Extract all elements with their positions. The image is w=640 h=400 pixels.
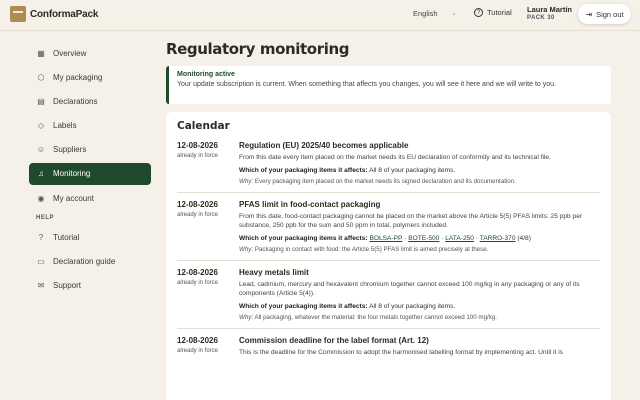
event-affects: Which of your packaging items it affects… xyxy=(239,167,600,174)
sidebar: ▦ Overview ⬡ My packaging ▤ Declarations… xyxy=(29,42,151,299)
packaging-link-bolsa-pp[interactable]: BOLSA-PP xyxy=(369,235,402,242)
bell-icon: ♫ xyxy=(38,169,44,179)
event-why: Why: All packaging, whatever the materia… xyxy=(239,314,600,321)
mail-icon: ✉ xyxy=(37,281,45,290)
event-status: already in force xyxy=(177,153,219,159)
why-label: Why: xyxy=(239,313,254,321)
why-text: Packaging in contact with food: the Arti… xyxy=(254,245,489,253)
affects-value: All 8 of your packaging items. xyxy=(369,166,456,174)
sidebar-item-label: Monitoring xyxy=(53,169,91,179)
calendar-event: 12-08-2026 already in force Commission d… xyxy=(177,336,600,365)
affects-count: (4/8) xyxy=(517,234,531,242)
box-logo-icon xyxy=(10,6,26,22)
language-label: English xyxy=(413,9,438,18)
event-description: Lead, cadmium, mercury and hexavalent ch… xyxy=(239,280,580,298)
calendar-title: Calendar xyxy=(177,120,230,132)
event-why: Why: Packaging in contact with food: the… xyxy=(239,246,600,253)
affects-value: All 8 of your packaging items. xyxy=(369,302,456,310)
calendar-event: 12-08-2026 already in force Regulation (… xyxy=(177,141,600,193)
tag-icon: ◇ xyxy=(37,121,45,131)
user-pack: PACK 30 xyxy=(527,15,555,21)
sidebar-item-label: Declarations xyxy=(53,96,98,106)
help-circle-icon: ? xyxy=(474,8,483,17)
sidebar-item-label: Support xyxy=(53,281,82,290)
notice-title: Monitoring active xyxy=(177,71,235,78)
sidebar-item-my-account[interactable]: ◉ My account xyxy=(29,187,151,209)
help-circle-icon: ? xyxy=(38,232,44,242)
sidebar-item-overview[interactable]: ▦ Overview xyxy=(29,42,151,64)
calendar-event: 12-08-2026 already in force Heavy metals… xyxy=(177,268,600,329)
sidebar-item-labels[interactable]: ◇ Labels xyxy=(29,115,151,137)
affects-label: Which of your packaging items it affects… xyxy=(239,234,368,242)
sign-out-label: Sign out xyxy=(596,9,624,19)
why-label: Why: xyxy=(239,177,254,185)
packaging-link-bote-500[interactable]: BOTE-500 xyxy=(408,235,439,242)
users-icon: ☺ xyxy=(36,145,46,155)
page-title: Regulatory monitoring xyxy=(166,40,350,58)
book-icon: ▭ xyxy=(37,256,45,266)
why-text: All packaging, whatever the material: th… xyxy=(254,313,497,321)
sidebar-item-label: Suppliers xyxy=(53,145,87,155)
sidebar-item-label: Tutorial xyxy=(53,232,80,242)
main-content: Regulatory monitoring Monitoring active … xyxy=(166,40,611,400)
packaging-link-lata-250[interactable]: LATA-250 xyxy=(445,235,474,242)
tutorial-label: Tutorial xyxy=(487,8,512,17)
event-title: Heavy metals limit xyxy=(239,267,309,277)
sidebar-item-label: My packaging xyxy=(53,72,103,82)
event-why: Why: Every packaging item placed on the … xyxy=(239,178,600,185)
grid-icon: ▦ xyxy=(37,48,45,58)
language-selector[interactable]: English ⌄ xyxy=(413,9,457,18)
event-description: This is the deadline for the Commission … xyxy=(239,348,563,356)
box-icon: ⬡ xyxy=(37,72,45,82)
event-affects: Which of your packaging items it affects… xyxy=(239,303,600,310)
sidebar-item-support[interactable]: ✉ Support xyxy=(29,275,151,297)
event-description: From this date every item placed on the … xyxy=(239,154,551,161)
sidebar-item-tutorial[interactable]: ? Tutorial xyxy=(29,226,151,248)
event-status: already in force xyxy=(177,211,219,218)
sidebar-item-label: Overview xyxy=(53,48,87,58)
notice-text: Your update subscription is current. Whe… xyxy=(177,81,556,88)
why-text: Every packaging item placed on the marke… xyxy=(254,177,516,185)
calendar-event: 12-08-2026 already in force PFAS limit i… xyxy=(177,200,600,261)
event-title: PFAS limit in food-contact packaging xyxy=(239,199,381,209)
event-description: From this date, food-contact packaging c… xyxy=(239,212,583,230)
logo[interactable]: ConformaPack xyxy=(10,6,98,22)
logout-icon: ⇥ xyxy=(585,9,593,19)
document-icon: ▤ xyxy=(37,96,45,106)
user-info: Laura Martín PACK 30 xyxy=(527,5,572,21)
event-status: already in force xyxy=(177,279,219,286)
chevron-down-icon: ⌄ xyxy=(451,11,457,17)
user-icon: ◉ xyxy=(37,193,45,203)
sidebar-item-my-packaging[interactable]: ⬡ My packaging xyxy=(29,66,151,88)
logo-text: ConformaPack xyxy=(30,8,99,20)
monitoring-notice: Monitoring active Your update subscripti… xyxy=(166,66,611,104)
top-bar: ConformaPack English ⌄ ? Tutorial Laura … xyxy=(0,0,640,30)
event-title: Commission deadline for the label format… xyxy=(239,335,429,345)
sidebar-item-declarations[interactable]: ▤ Declarations xyxy=(29,90,151,112)
calendar-card: Calendar 12-08-2026 already in force Reg… xyxy=(166,112,611,400)
sidebar-item-label: My account xyxy=(53,193,94,203)
user-name: Laura Martín xyxy=(527,5,573,14)
sign-out-button[interactable]: ⇥ Sign out xyxy=(578,4,631,24)
event-status: already in force xyxy=(177,347,219,354)
affects-label: Which of your packaging items it affects… xyxy=(239,166,368,174)
event-date: 12-08-2026 xyxy=(177,141,218,150)
event-date: 12-08-2026 xyxy=(177,335,218,345)
packaging-link-tarro-370[interactable]: TARRO-370 xyxy=(480,235,516,242)
event-title: Regulation (EU) 2025/40 becomes applicab… xyxy=(239,141,409,150)
event-date: 12-08-2026 xyxy=(177,267,218,277)
why-label: Why: xyxy=(239,245,254,253)
affects-label: Which of your packaging items it affects… xyxy=(239,302,368,310)
sidebar-item-suppliers[interactable]: ☺ Suppliers xyxy=(29,139,151,161)
sidebar-item-monitoring[interactable]: ♫ Monitoring xyxy=(29,162,151,185)
header-divider xyxy=(0,30,640,31)
help-section-label: HELP xyxy=(36,215,55,222)
sidebar-item-label: Labels xyxy=(53,121,77,131)
sidebar-item-label: Declaration guide xyxy=(53,256,116,266)
tutorial-link[interactable]: ? Tutorial xyxy=(474,8,512,17)
event-affects: Which of your packaging items it affects… xyxy=(239,234,531,242)
sidebar-item-declaration-guide[interactable]: ▭ Declaration guide xyxy=(29,250,151,272)
event-date: 12-08-2026 xyxy=(177,199,218,209)
